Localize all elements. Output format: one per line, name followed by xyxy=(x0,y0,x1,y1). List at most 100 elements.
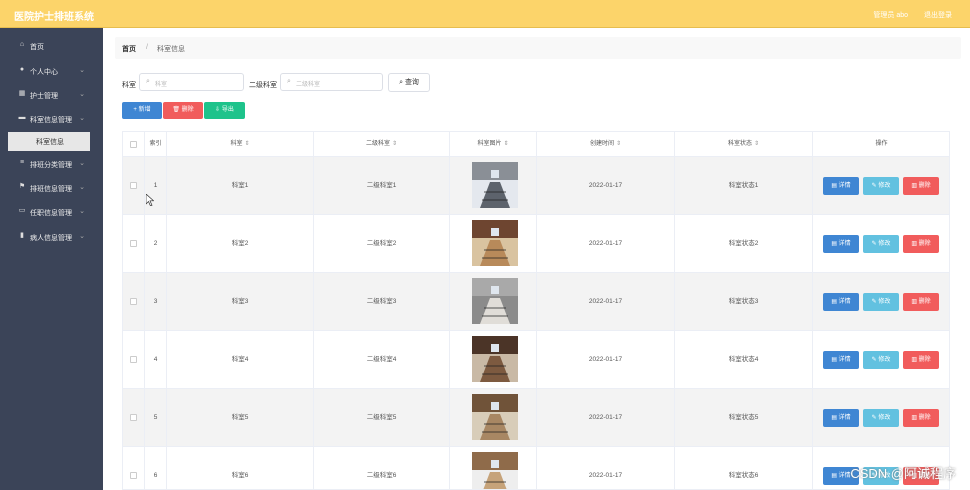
edit-button[interactable]: ✎ 修改 xyxy=(863,293,899,311)
column-header-label: 创建时间 xyxy=(589,141,614,147)
dept-filter-label: 科室 xyxy=(122,82,136,89)
grid-icon: ▦ xyxy=(18,90,26,97)
row-image-cell xyxy=(450,215,537,273)
edit-button[interactable]: ✎ 修改 xyxy=(863,409,899,427)
home-icon: ⌂ xyxy=(19,41,25,48)
main-content: 首页 / 科室信息 科室 ⌕ 科室 二级科室 ⌕ 二级科室 ⌕ 查询 + 新增 … xyxy=(103,28,970,490)
sort-icon: ⇕ xyxy=(753,141,760,147)
sidebar-subitem-active[interactable]: 科室信息 xyxy=(8,132,90,151)
column-header-label: 科室 xyxy=(230,141,243,147)
dept-search-input[interactable]: ⌕ 科室 xyxy=(139,73,244,91)
user-icon: ● xyxy=(19,66,25,73)
delete-button[interactable]: ▥ 删除 xyxy=(903,293,939,311)
dept-photo[interactable] xyxy=(472,336,518,382)
sidebar-item-6[interactable]: ▭ 任职信息管理 ⌄ xyxy=(0,200,103,224)
select-all-checkbox[interactable] xyxy=(130,141,137,148)
sidebar-item-3[interactable]: ▬ 科室信息管理 ⌄ xyxy=(0,107,103,131)
detail-button[interactable]: ▤ 详情 xyxy=(823,409,859,427)
dept-photo[interactable] xyxy=(472,452,518,490)
row-select-cell xyxy=(123,447,145,489)
row-index: 2 xyxy=(145,215,167,273)
row-actions: ▤ 详情 ✎ 修改 ▥ 删除 xyxy=(813,215,949,273)
column-header[interactable]: 创建时间 ⇕ xyxy=(537,132,675,157)
row-status: 科室状态2 xyxy=(675,215,813,273)
row-checkbox[interactable] xyxy=(130,298,137,305)
chat-icon: ▬ xyxy=(18,114,26,121)
delete-button[interactable]: ▥ 删除 xyxy=(903,409,939,427)
edit-button[interactable]: ✎ 修改 xyxy=(863,235,899,253)
flag-icon: ⚑ xyxy=(18,183,26,190)
edit-button[interactable]: ✎ 修改 xyxy=(863,351,899,369)
current-user: 管理员 abo xyxy=(873,12,909,19)
dept-photo[interactable] xyxy=(472,162,518,208)
table-row: 6 科室6 二级科室6 2022-01-17 科室状态6 ▤ 详情 ✎ 修改 ▥ 删除 xyxy=(123,447,949,490)
sidebar-item-1[interactable]: ● 个人中心 ⌄ xyxy=(0,59,103,83)
row-select-cell xyxy=(123,331,145,389)
search-icon: ⌕ xyxy=(399,79,403,86)
delete-button[interactable]: ▥ 删除 xyxy=(903,235,939,253)
delete-button[interactable]: ▥ 删除 xyxy=(903,177,939,195)
dept-photo[interactable] xyxy=(472,220,518,266)
query-label: 查询 xyxy=(404,79,419,86)
row-checkbox[interactable] xyxy=(130,182,137,189)
delete-button[interactable]: ▥ 删除 xyxy=(903,351,939,369)
detail-button[interactable]: ▤ 详情 xyxy=(823,351,859,369)
top-right: 管理员 abo 退出登录 xyxy=(859,10,952,20)
sidebar-item-0[interactable]: ⌂ 首页 xyxy=(0,34,103,58)
sidebar: ⌂ 首页 ● 个人中心 ⌄ ▦ 护士管理 ⌄ ▬ 科室信息管理 ⌄ ≡ 排班分类管理 ⌄ ⚑ 排班信息管理 ⌄ ▭… xyxy=(0,28,103,490)
column-header-label: 科室状态 xyxy=(727,141,752,147)
row-index: 1 xyxy=(145,157,167,215)
detail-button[interactable]: ▤ 详情 xyxy=(823,293,859,311)
sidebar-item-5[interactable]: ⚑ 排班信息管理 ⌄ xyxy=(0,176,103,200)
batch-delete-button[interactable]: 🗑 删除 xyxy=(163,102,203,119)
row-subdept: 二级科室3 xyxy=(314,273,450,331)
chevron-down-icon: ⌄ xyxy=(79,67,85,74)
row-select-cell xyxy=(123,215,145,273)
query-button[interactable]: ⌕ 查询 xyxy=(388,73,430,92)
row-checkbox[interactable] xyxy=(130,472,137,479)
row-subdept: 二级科室1 xyxy=(314,157,450,215)
search-icon: ⌕ xyxy=(287,78,291,85)
row-subdept: 二级科室5 xyxy=(314,389,450,447)
row-image-cell xyxy=(450,447,537,490)
mouse-cursor-icon xyxy=(146,194,154,206)
dept-photo[interactable] xyxy=(472,394,518,440)
row-checkbox[interactable] xyxy=(130,414,137,421)
sidebar-item-2[interactable]: ▦ 护士管理 ⌄ xyxy=(0,83,103,107)
row-image-cell xyxy=(450,389,537,447)
sidebar-item-label: 个人中心 xyxy=(30,69,58,76)
export-button[interactable]: ⇩ 导出 xyxy=(204,102,245,119)
column-header[interactable]: 科室状态 ⇕ xyxy=(675,132,813,157)
subdept-filter-label: 二级科室 xyxy=(249,82,277,89)
chevron-down-icon: ⌄ xyxy=(79,208,85,215)
row-checkbox[interactable] xyxy=(130,240,137,247)
detail-button[interactable]: ▤ 详情 xyxy=(823,177,859,195)
sidebar-item-4[interactable]: ≡ 排班分类管理 ⌄ xyxy=(0,152,103,176)
row-checkbox[interactable] xyxy=(130,356,137,363)
sidebar-item-label: 护士管理 xyxy=(30,93,58,100)
edit-button[interactable]: ✎ 修改 xyxy=(863,177,899,195)
row-status: 科室状态1 xyxy=(675,157,813,215)
sort-icon: ⇕ xyxy=(244,141,250,147)
breadcrumb-home[interactable]: 首页 xyxy=(122,44,136,54)
detail-button[interactable]: ▤ 详情 xyxy=(823,235,859,253)
subdept-search-input[interactable]: ⌕ 二级科室 xyxy=(280,73,383,91)
app-title: 医院护士排班系统 xyxy=(14,12,94,23)
column-header[interactable]: 科室 ⇕ xyxy=(167,132,314,157)
row-actions: ▤ 详情 ✎ 修改 ▥ 删除 xyxy=(813,157,949,215)
row-subdept: 二级科室6 xyxy=(314,447,450,489)
column-header[interactable]: 二级科室 ⇕ xyxy=(314,132,450,157)
sidebar-item-7[interactable]: ▮ 病人信息管理 ⌄ xyxy=(0,225,103,249)
sidebar-item-label: 排班分类管理 xyxy=(30,162,72,169)
row-status: 科室状态4 xyxy=(675,331,813,389)
sidebar-item-label: 任职信息管理 xyxy=(30,210,72,217)
add-button[interactable]: + 新增 xyxy=(122,102,162,119)
row-status: 科室状态5 xyxy=(675,389,813,447)
column-header[interactable]: 科室图片 ⇕ xyxy=(450,132,537,157)
watermark: CSDN @阿诚程序 xyxy=(850,466,956,481)
dept-photo[interactable] xyxy=(472,278,518,324)
row-subdept: 二级科室4 xyxy=(314,331,450,389)
logout-link[interactable]: 退出登录 xyxy=(924,12,952,19)
row-created-time: 2022-01-17 xyxy=(537,157,675,215)
column-header: 索引 xyxy=(145,132,167,157)
